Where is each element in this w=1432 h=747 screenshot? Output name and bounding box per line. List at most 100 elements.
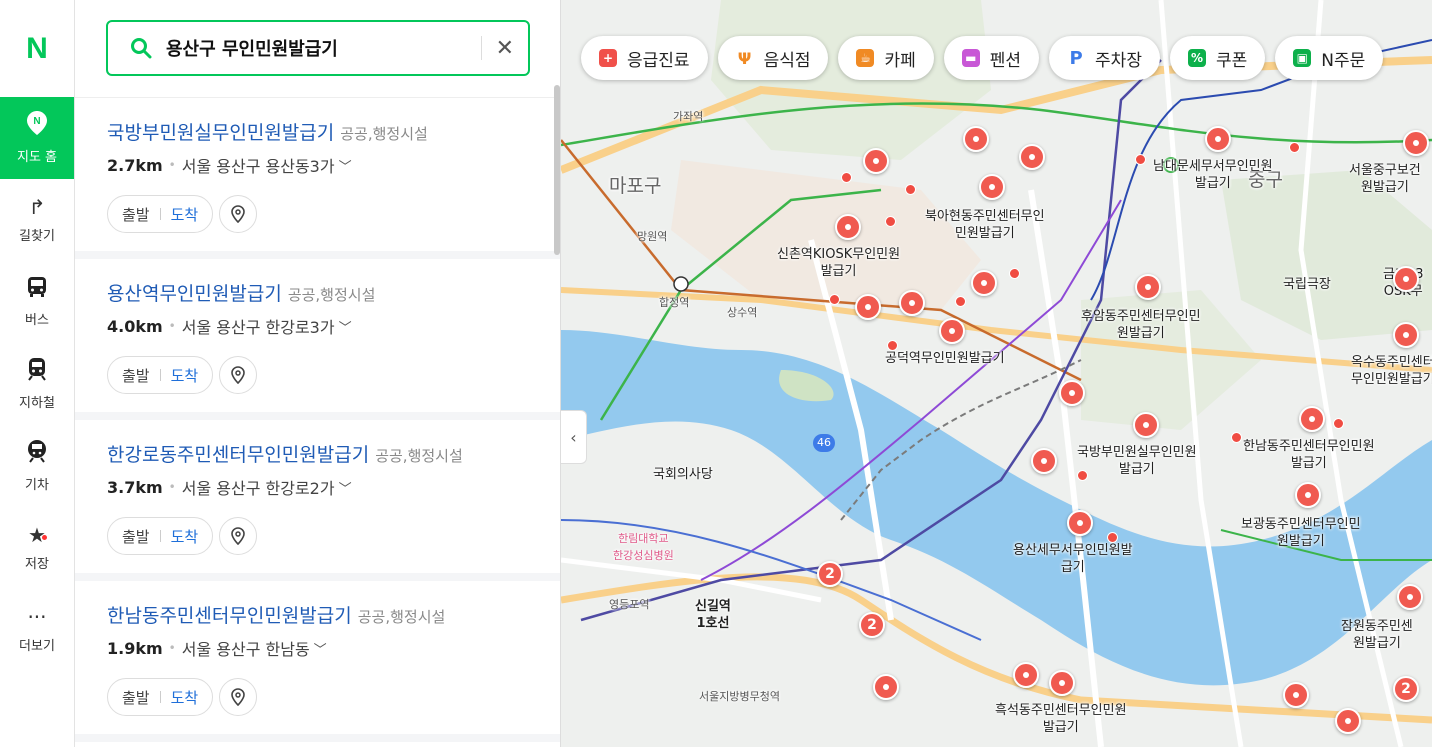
depart-button[interactable]: 출발 [122, 365, 150, 386]
result-name[interactable]: 한강로동주민센터무인민원발급기 [107, 444, 369, 466]
place-marker[interactable] [863, 148, 889, 174]
depart-button[interactable]: 출발 [122, 204, 150, 225]
scrollbar[interactable] [554, 85, 560, 255]
place-label[interactable]: 남대문세무서무인민원 발급기 [1153, 158, 1273, 192]
place-dot[interactable] [1009, 268, 1020, 279]
place-marker[interactable] [1397, 584, 1423, 610]
cluster-marker[interactable]: 2 [1393, 676, 1419, 702]
location-pin-button[interactable] [219, 195, 258, 233]
place-label[interactable]: 잠원동주민센 원발급기 [1341, 618, 1413, 652]
arrive-button[interactable]: 도착 [171, 365, 199, 386]
place-dot[interactable] [1231, 432, 1242, 443]
depart-button[interactable]: 출발 [122, 526, 150, 547]
place-marker[interactable] [1299, 406, 1325, 432]
result-address[interactable]: 서울 용산구 용산동3가 [182, 153, 335, 177]
place-dot[interactable] [841, 172, 852, 183]
arrive-button[interactable]: 도착 [171, 687, 199, 708]
place-dot[interactable] [955, 296, 966, 307]
naver-logo[interactable]: N [0, 0, 74, 97]
place-dot[interactable] [887, 340, 898, 351]
place-marker[interactable] [1067, 510, 1093, 536]
place-marker[interactable] [855, 294, 881, 320]
place-marker[interactable] [1013, 662, 1039, 688]
location-pin-button[interactable] [219, 517, 258, 555]
result-item[interactable]: 국방부민원실무인민원발급기 공공,행정시설 2.7km • 서울 용산구 용산동3가 ﹀… [75, 98, 560, 259]
result-name[interactable]: 국방부민원실무인민원발급기 [107, 122, 334, 144]
rail-item-more[interactable]: ··· 더보기 [0, 589, 74, 671]
chip-cafe[interactable]: ☕ 카페 [838, 36, 934, 80]
place-dot[interactable] [1107, 532, 1118, 543]
place-marker[interactable] [1135, 274, 1161, 300]
place-label[interactable]: 서울중구보건 원발급기 [1349, 162, 1421, 196]
place-marker[interactable] [1335, 708, 1361, 734]
place-label[interactable]: 공덕역무인민원발급기 [885, 350, 1005, 367]
map-view[interactable]: ‹ + 응급진료 Ψ 음식점 ☕ 카페 ▬ 펜션 P 주차장 % 쿠폰 ▣ N주문 마포구 중… [561, 0, 1432, 747]
cluster-marker[interactable]: 2 [817, 561, 843, 587]
place-label[interactable]: 후암동주민센터무인민 원발급기 [1081, 308, 1201, 342]
place-marker[interactable] [873, 674, 899, 700]
chip-n-order[interactable]: ▣ N주문 [1275, 36, 1384, 80]
place-label[interactable]: 흑석동주민센터무인민원 발급기 [995, 702, 1127, 736]
place-marker[interactable] [1393, 322, 1419, 348]
rail-item-bus[interactable]: 버스 [0, 261, 74, 343]
place-label[interactable]: 용산세무서무인민원발 급기 [1013, 542, 1133, 576]
place-marker[interactable] [971, 270, 997, 296]
place-marker[interactable] [979, 174, 1005, 200]
chip-restaurant[interactable]: Ψ 음식점 [717, 36, 829, 80]
cluster-marker[interactable]: 2 [859, 612, 885, 638]
chip-emergency[interactable]: + 응급진료 [581, 36, 708, 80]
place-label[interactable]: 국방부민원실무인민원 발급기 [1077, 444, 1197, 478]
result-item[interactable]: 한남동주민센터무인민원발급기 공공,행정시설 1.9km • 서울 용산구 한남동 ﹀ … [75, 581, 560, 742]
place-dot[interactable] [829, 294, 840, 305]
chip-pension[interactable]: ▬ 펜션 [943, 36, 1040, 80]
arrive-button[interactable]: 도착 [171, 204, 199, 225]
result-name[interactable]: 용산역무인민원발급기 [107, 283, 282, 305]
chevron-down-icon[interactable]: ﹀ [339, 156, 352, 175]
result-item[interactable]: 한강로동주민센터무인민원발급기 공공,행정시설 3.7km • 서울 용산구 한강로2… [75, 420, 560, 581]
arrive-button[interactable]: 도착 [171, 526, 199, 547]
place-dot[interactable] [1333, 418, 1344, 429]
result-item[interactable]: 용산역무인민원발급기 공공,행정시설 4.0km • 서울 용산구 한강로3가 ﹀ 출발… [75, 259, 560, 420]
rail-item-map-home[interactable]: N 지도 홈 [0, 97, 74, 179]
place-marker[interactable] [1403, 130, 1429, 156]
place-marker[interactable] [963, 126, 989, 152]
place-marker[interactable] [1283, 682, 1309, 708]
rail-item-train[interactable]: 기차 [0, 425, 74, 507]
chip-coupon[interactable]: % 쿠폰 [1169, 36, 1266, 80]
place-marker[interactable] [1295, 482, 1321, 508]
place-label[interactable]: 북아현동주민센터무인 민원발급기 [925, 208, 1045, 242]
result-address[interactable]: 서울 용산구 한남동 [182, 636, 310, 660]
place-marker[interactable] [1133, 412, 1159, 438]
place-marker[interactable] [835, 214, 861, 240]
place-marker[interactable] [939, 318, 965, 344]
close-icon[interactable]: ✕ [496, 36, 514, 61]
place-dot[interactable] [885, 216, 896, 227]
place-marker[interactable] [1019, 144, 1045, 170]
location-pin-button[interactable] [219, 678, 258, 716]
place-dot[interactable] [1289, 142, 1300, 153]
collapse-panel-button[interactable]: ‹ [561, 410, 587, 464]
place-label[interactable]: 보광동주민센터무인민 원발급기 [1241, 516, 1361, 550]
depart-button[interactable]: 출발 [122, 687, 150, 708]
search-input[interactable] [166, 37, 467, 59]
rail-item-subway[interactable]: 지하철 [0, 343, 74, 425]
place-marker[interactable] [899, 290, 925, 316]
place-label[interactable]: 옥수동주민센터 무인민원발급기 [1351, 354, 1432, 388]
chevron-down-icon[interactable]: ﹀ [339, 478, 352, 497]
result-address[interactable]: 서울 용산구 한강로3가 [182, 314, 335, 338]
chevron-down-icon[interactable]: ﹀ [339, 317, 352, 336]
place-dot[interactable] [905, 184, 916, 195]
place-marker[interactable] [1205, 126, 1231, 152]
chevron-down-icon[interactable]: ﹀ [314, 639, 327, 658]
rail-item-directions[interactable]: ↱ 길찾기 [0, 179, 74, 261]
result-address[interactable]: 서울 용산구 한강로2가 [182, 475, 335, 499]
place-dot[interactable] [1077, 470, 1088, 481]
location-pin-button[interactable] [219, 356, 258, 394]
rail-item-saved[interactable]: ★ 저장 [0, 507, 74, 589]
result-name[interactable]: 한남동주민센터무인민원발급기 [107, 605, 352, 627]
place-dot[interactable] [1135, 154, 1146, 165]
place-marker[interactable] [1059, 380, 1085, 406]
place-marker[interactable] [1393, 266, 1419, 292]
chip-parking[interactable]: P 주차장 [1049, 36, 1160, 80]
place-marker[interactable] [1049, 670, 1075, 696]
